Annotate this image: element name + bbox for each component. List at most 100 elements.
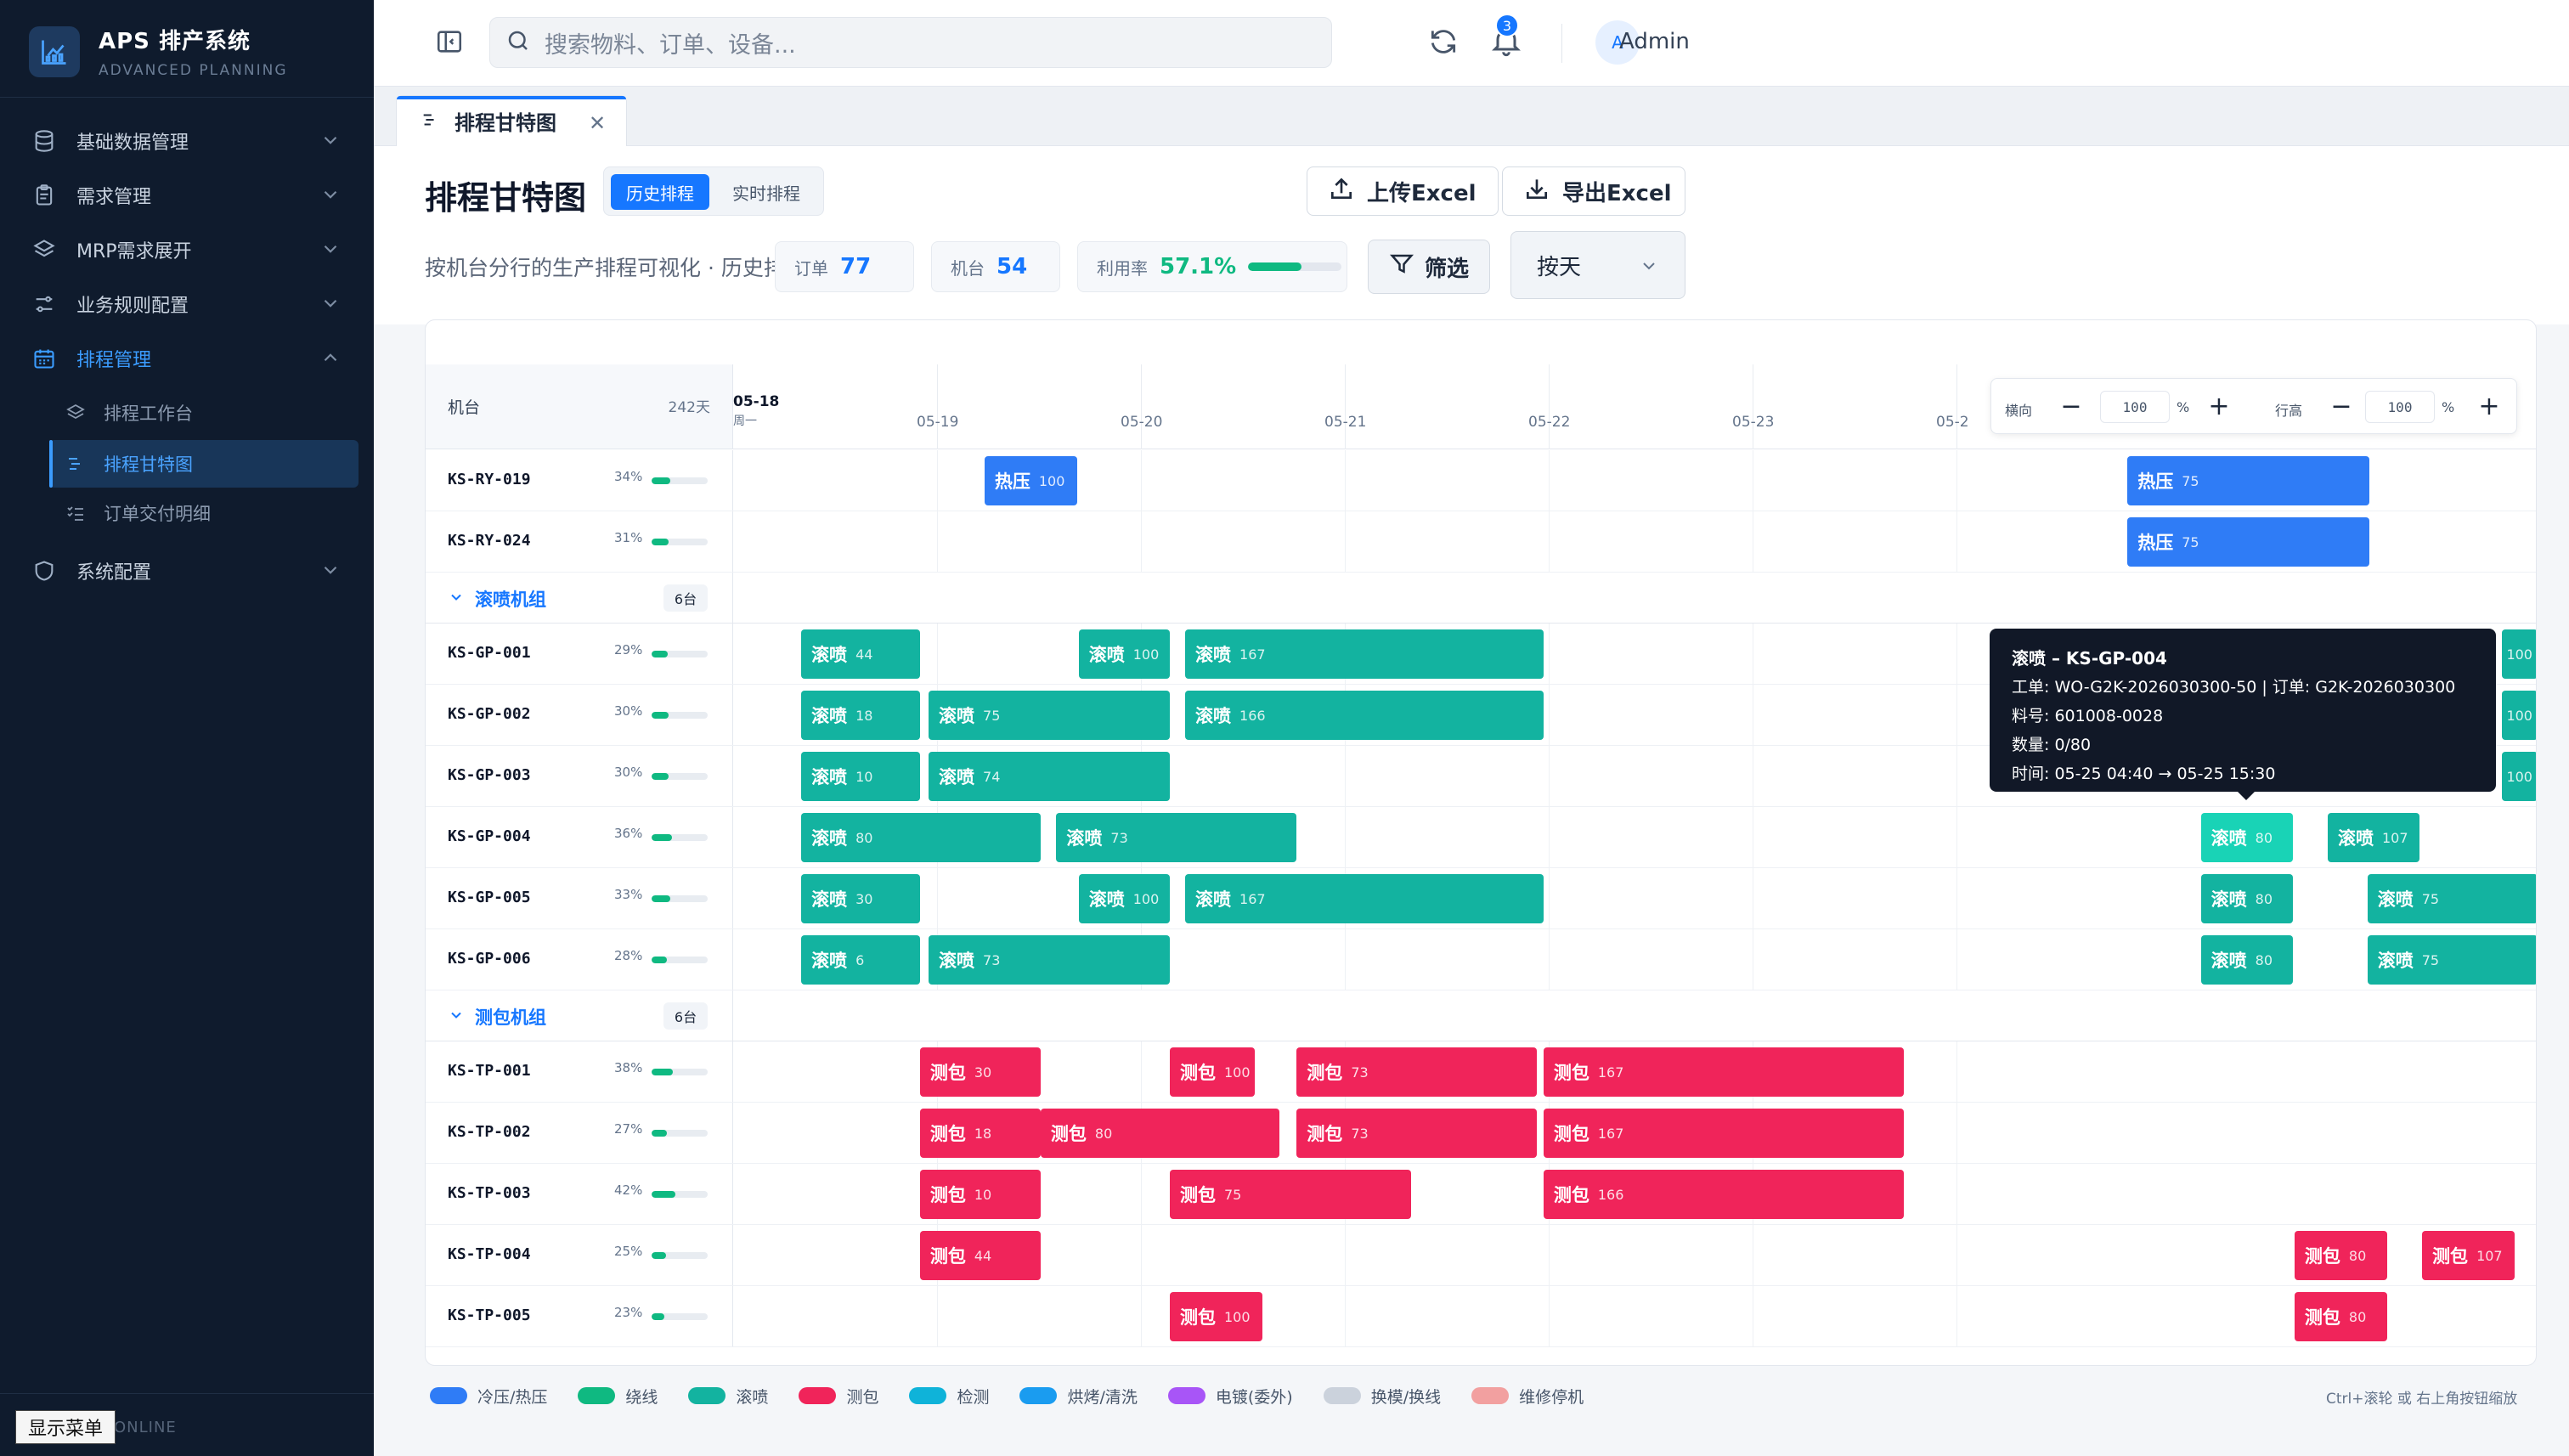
sidebar-divider [0, 97, 374, 98]
task-bar[interactable]: 测包 100 [1170, 1047, 1256, 1097]
mode-history-button[interactable]: 历史排程 [611, 174, 709, 210]
task-bar[interactable]: 测包 44 [919, 1231, 1041, 1280]
task-bar[interactable]: 滚喷 166 [1185, 691, 1544, 740]
task-qty: 80 [855, 829, 873, 846]
task-bar[interactable]: 滚喷 74 [929, 752, 1170, 801]
machine-util-fill [652, 1313, 665, 1320]
task-bar[interactable]: 滚喷 73 [1056, 813, 1297, 862]
brand[interactable]: APS 排产系统 ADVANCED PLANNING [29, 24, 288, 79]
machine-util-bar [652, 773, 708, 780]
legend-label: 测包 [846, 1387, 879, 1407]
app-title: APS 排产系统 [99, 29, 251, 54]
stat-machines-label: 机台 [951, 257, 985, 279]
task-bar[interactable]: 滚喷 100 [1078, 874, 1170, 923]
group-toggle[interactable]: 测包机组 [448, 1004, 546, 1030]
sidebar-item-system[interactable]: 系统配置 [31, 547, 345, 595]
search-input[interactable]: 搜索物料、订单、设备... [489, 17, 1332, 68]
task-bar[interactable]: 100 [2501, 691, 2536, 740]
task-bar[interactable]: 测包 167 [1543, 1109, 1905, 1158]
task-bar[interactable]: 滚喷 18 [801, 691, 920, 740]
tab-label: 排程甘特图 [455, 111, 556, 135]
task-bar[interactable]: 热压 75 [2127, 517, 2370, 567]
sidebar-item-mrp[interactable]: MRP需求展开 [31, 226, 345, 274]
task-bar[interactable]: 滚喷 167 [1185, 874, 1544, 923]
task-bar[interactable]: 测包 10 [919, 1170, 1041, 1219]
zoom-h-plus-button[interactable]: + [2207, 392, 2231, 421]
task-bar[interactable]: 滚喷 80 [2200, 874, 2293, 923]
task-bar[interactable]: 滚喷 73 [929, 935, 1170, 985]
granularity-select[interactable]: 按天 [1510, 231, 1685, 299]
export-excel-button[interactable]: 导出Excel [1502, 166, 1685, 216]
refresh-icon[interactable] [1427, 25, 1460, 61]
task-bar[interactable]: 滚喷 107 [2327, 813, 2419, 862]
sidebar-toggle-icon[interactable] [435, 27, 464, 59]
task-bar[interactable]: 滚喷 167 [1185, 629, 1544, 679]
task-qty: 100 [2506, 768, 2532, 785]
task-bar[interactable]: 测包 107 [2422, 1231, 2515, 1280]
task-bar[interactable]: 测包 80 [2294, 1231, 2387, 1280]
zoom-r-input[interactable]: 100 [2365, 391, 2435, 423]
sidebar-subitem-workbench[interactable]: 排程工作台 [49, 389, 359, 437]
task-label: 滚喷 [811, 828, 848, 849]
task-bar[interactable]: 滚喷 100 [1078, 629, 1170, 679]
task-bar[interactable]: 滚喷 75 [2367, 935, 2536, 985]
show-menu-button[interactable]: 显示菜单 [15, 1410, 116, 1444]
upload-excel-button[interactable]: 上传Excel [1307, 166, 1499, 216]
group-row: 测包机组 6台 [426, 990, 2536, 1041]
task-bar[interactable]: 滚喷 80 [2200, 935, 2293, 985]
task-tooltip: 滚喷 – KS-GP-004 工单: WO-G2K-2026030300-50 … [1990, 629, 2496, 800]
task-bar[interactable]: 测包 73 [1296, 1047, 1537, 1097]
sidebar-item-basic-data[interactable]: 基础数据管理 [31, 117, 345, 165]
task-bar[interactable]: 100 [2501, 752, 2536, 801]
task-qty: 73 [1110, 829, 1128, 846]
zoom-r-minus-button[interactable]: − [2329, 392, 2353, 421]
task-bar[interactable]: 滚喷 75 [2367, 874, 2536, 923]
sidebar-item-demand[interactable]: 需求管理 [31, 172, 345, 219]
filter-button[interactable]: 筛选 [1368, 240, 1490, 294]
sidebar-subitem-gantt[interactable]: 排程甘特图 [49, 440, 359, 488]
task-bar[interactable]: 测包 80 [2294, 1292, 2387, 1341]
task-bar[interactable]: 滚喷 80 [801, 813, 1041, 862]
user-name[interactable]: Admin [1619, 29, 1690, 54]
task-bar[interactable]: 测包 166 [1543, 1170, 1905, 1219]
zoom-r-plus-button[interactable]: + [2477, 392, 2501, 421]
sidebar-item-rules[interactable]: 业务规则配置 [31, 280, 345, 328]
row-header: KS-GP-002 30% [426, 685, 733, 745]
task-bar[interactable]: 滚喷 75 [929, 691, 1170, 740]
task-bar[interactable]: 滚喷 10 [801, 752, 920, 801]
machine-util-bar [652, 651, 708, 657]
task-qty: 30 [855, 890, 873, 907]
sidebar-item-scheduling[interactable]: 排程管理 [31, 335, 345, 382]
task-bar[interactable]: 测包 167 [1543, 1047, 1905, 1097]
task-bar[interactable]: 测包 80 [1040, 1109, 1280, 1158]
task-bar[interactable]: 测包 100 [1170, 1292, 1262, 1341]
task-bar[interactable]: 滚喷 80 [2200, 813, 2293, 862]
legend-swatch [1019, 1387, 1058, 1404]
task-bar[interactable]: 滚喷 6 [801, 935, 920, 985]
tab-gantt[interactable]: 排程甘特图 ✕ [396, 95, 627, 146]
tooltip-line: 料号: 601008-0028 [2012, 707, 2164, 725]
task-label: 滚喷 [2210, 951, 2247, 971]
task-bar[interactable]: 热压 100 [984, 456, 1077, 505]
group-toggle[interactable]: 滚喷机组 [448, 586, 546, 612]
task-bar[interactable]: 热压 75 [2127, 456, 2370, 505]
task-label: 热压 [994, 471, 1030, 492]
machine-name: KS-RY-019 [448, 471, 531, 488]
zoom-h-minus-button[interactable]: − [2059, 392, 2083, 421]
task-bar[interactable]: 测包 30 [919, 1047, 1041, 1097]
task-bar[interactable]: 测包 75 [1170, 1170, 1411, 1219]
group-count-badge: 6台 [663, 1002, 708, 1030]
zoom-h-input[interactable]: 100 [2100, 391, 2170, 423]
task-qty: 167 [1597, 1125, 1624, 1142]
task-qty: 166 [1239, 707, 1266, 724]
sidebar-subitem-delivery[interactable]: 订单交付明细 [49, 489, 359, 537]
task-bar[interactable]: 100 [2501, 629, 2536, 679]
mode-realtime-button[interactable]: 实时排程 [714, 174, 818, 210]
task-bar[interactable]: 滚喷 30 [801, 874, 920, 923]
task-bar[interactable]: 滚喷 44 [801, 629, 920, 679]
machine-util-percent: 38% [614, 1060, 643, 1075]
close-icon[interactable]: ✕ [589, 111, 606, 135]
task-bar[interactable]: 测包 18 [919, 1109, 1041, 1158]
task-bar[interactable]: 测包 73 [1296, 1109, 1537, 1158]
machine-row: KS-GP-006 28% 滚喷 6 滚喷 73 滚喷 80 滚喷 75 [426, 929, 2536, 990]
